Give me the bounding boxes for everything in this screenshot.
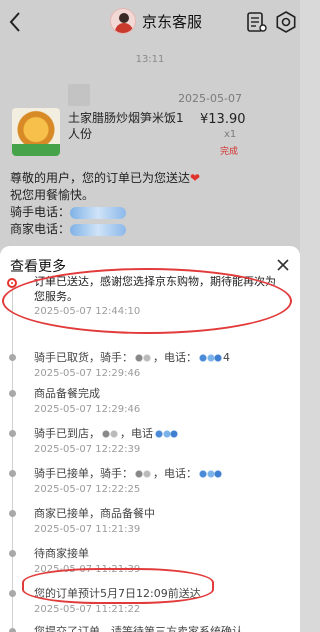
- close-icon[interactable]: [276, 258, 290, 272]
- redacted-phone: [70, 223, 127, 236]
- food-image: [12, 108, 60, 156]
- message-line: 祝您用餐愉快。: [10, 188, 95, 202]
- redacted-phone: [197, 469, 223, 479]
- back-arrow-icon[interactable]: [6, 10, 26, 34]
- timeline-dot: [9, 390, 16, 397]
- redacted-phone: [197, 353, 223, 363]
- service-avatar: [110, 8, 136, 34]
- message-line: 尊敬的用户，您的订单已为您送达❤: [10, 171, 201, 185]
- event-text: 骑手已取货，骑手： ，电话： 4: [34, 351, 230, 364]
- order-date: 2025-05-07: [178, 92, 242, 105]
- timeline-dot: [9, 590, 16, 597]
- event-text: 您提交了订单，请等待第三方卖家系统确认: [34, 625, 243, 632]
- heart-icon: ❤: [190, 171, 201, 185]
- event-text: 待商家接单: [34, 547, 89, 560]
- timeline-dot: [9, 510, 16, 517]
- event-text: 骑手已接单，骑手： ，电话：: [34, 466, 284, 481]
- redacted-phone: [70, 206, 127, 219]
- order-quantity: x1: [224, 129, 237, 140]
- food-name: 土家腊肠炒烟笋米饭1人份: [68, 111, 184, 141]
- timeline-dot: [9, 470, 16, 477]
- event-time: 2025-05-07 12:29:46: [34, 368, 141, 379]
- timeline-line: [12, 282, 13, 632]
- event-time: 2025-05-07 11:21:39: [34, 524, 141, 535]
- receipt-icon[interactable]: [244, 10, 268, 34]
- order-price: ¥13.90: [200, 112, 246, 127]
- food-image-badge: [12, 144, 60, 156]
- message-line-rider-phone: 骑手电话：: [10, 204, 250, 221]
- chat-timestamp: 13:11: [135, 54, 165, 65]
- order-card[interactable]: 2025-05-07 土家腊肠炒烟笋米饭1人份 ¥13.90 x1 完成: [10, 84, 246, 164]
- timeline-dot: [9, 550, 16, 557]
- timeline-dot: [9, 430, 16, 437]
- redacted-name: [133, 353, 153, 363]
- nav-bar: 京东客服: [0, 0, 300, 44]
- timeline-dot: [9, 628, 16, 632]
- message-thumbnail: [68, 84, 90, 106]
- event-text: 您的订单预计5月7日12:09前送达: [34, 587, 201, 600]
- event-time: 2025-05-07 12:44:10: [34, 306, 141, 317]
- event-text: 商品备餐完成: [34, 387, 100, 400]
- settings-icon[interactable]: [274, 10, 298, 34]
- sheet-title: 查看更多: [10, 259, 66, 275]
- event-time: 2025-05-07 12:22:39: [34, 444, 141, 455]
- order-status: 完成: [220, 147, 239, 157]
- event-text: 商家已接单，商品备餐中: [34, 507, 155, 520]
- event-time: 2025-05-07 12:22:25: [34, 484, 141, 495]
- more-info-sheet: 查看更多 订单已送达，感谢您选择京东购物，期待能再次为您服务。 2025-05-…: [0, 246, 300, 632]
- event-text: 订单已送达，感谢您选择京东购物，期待能再次为您服务。: [34, 275, 276, 303]
- timeline-dot-current: [7, 278, 17, 288]
- redacted-name: [100, 429, 120, 439]
- chat-title-group: 京东客服: [110, 8, 202, 34]
- timeline-dot: [9, 354, 16, 361]
- event-time: 2025-05-07 12:29:46: [34, 404, 141, 415]
- page-title: 京东客服: [142, 12, 203, 31]
- redacted-phone: [153, 429, 179, 439]
- delivery-message: 尊敬的用户，您的订单已为您送达❤ 祝您用餐愉快。 骑手电话： 商家电话：: [10, 170, 250, 238]
- event-text: 骑手已到店， ，电话: [34, 426, 284, 441]
- redacted-name: [133, 469, 153, 479]
- message-line-merchant-phone: 商家电话：: [10, 221, 250, 238]
- event-time: 2025-05-07 11:21:39: [34, 564, 141, 575]
- event-time: 2025-05-07 11:21:22: [34, 604, 141, 615]
